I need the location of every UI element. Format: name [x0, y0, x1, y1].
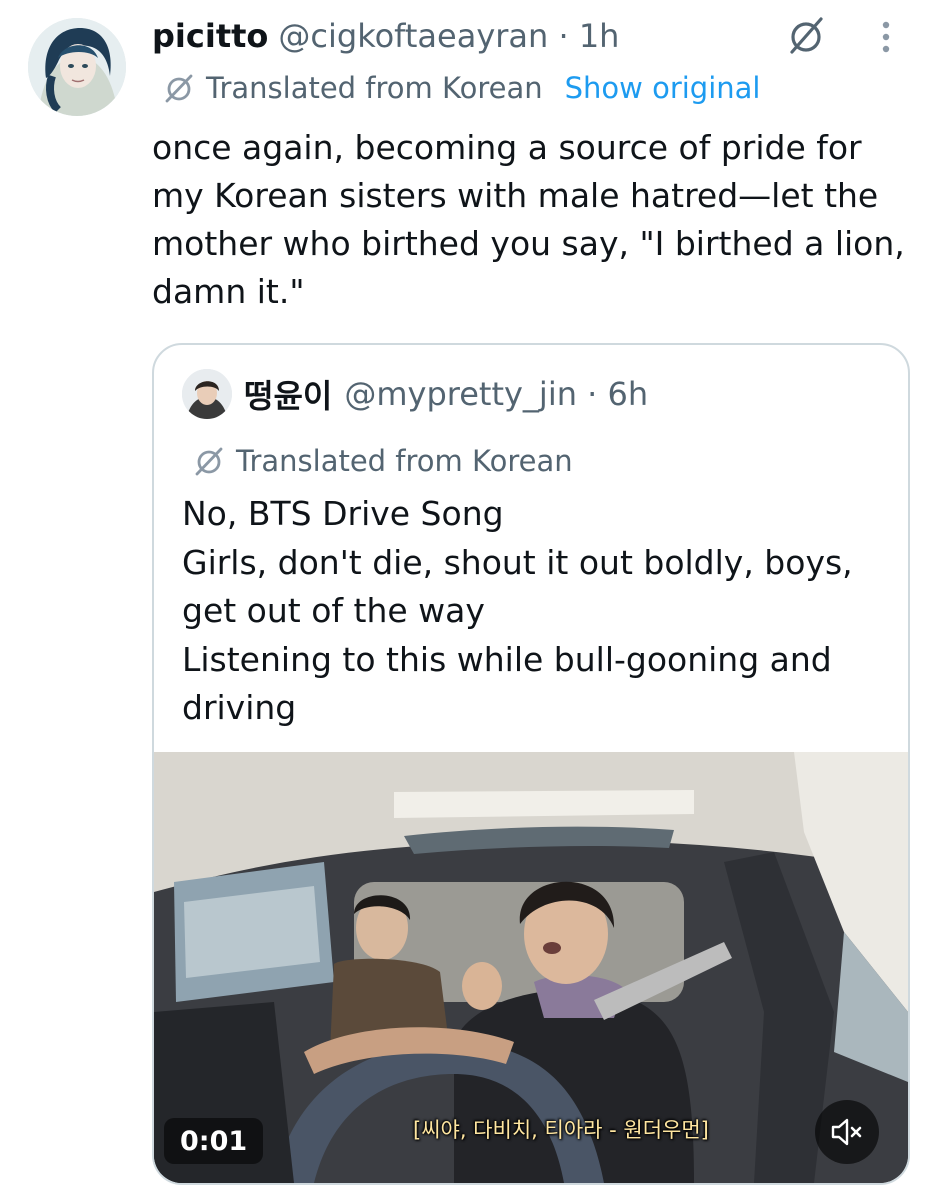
- video-timestamp: 0:01: [164, 1118, 264, 1164]
- quoted-post-body-text: No, BTS Drive Song Girls, don't die, sho…: [182, 490, 892, 733]
- quoted-post-card[interactable]: 떵윤이 @mypretty_jin · 6h Translated from K…: [152, 343, 910, 1185]
- quoted-author-display-name[interactable]: 떵윤이: [244, 371, 332, 417]
- quoted-text-line: Listening to this while bull-gooning and: [182, 639, 832, 679]
- quoted-text-line: Girls, don't die, shout it out boldly, b…: [182, 542, 853, 582]
- video-subtitle: [씨야, 다비치, 티아라 - 원더우먼]: [413, 1118, 709, 1142]
- quoted-author-handle-and-time[interactable]: @mypretty_jin · 6h: [344, 375, 648, 413]
- translation-notice: Translated from Korean Show original: [162, 66, 760, 110]
- post-header: picitto @cigkoftaeayran · 1h: [152, 12, 619, 60]
- mute-button[interactable]: [815, 1100, 879, 1164]
- author-avatar[interactable]: [28, 18, 126, 116]
- author-display-name[interactable]: picitto: [152, 17, 268, 55]
- quoted-translation-notice: Translated from Korean: [192, 439, 573, 483]
- quoted-post-header: 떵윤이 @mypretty_jin · 6h: [244, 369, 648, 419]
- post-body-text: once again, becoming a source of pride f…: [152, 124, 912, 316]
- more-vertical-icon[interactable]: [866, 14, 906, 60]
- show-original-link[interactable]: Show original: [565, 71, 761, 105]
- quoted-text-line: No, BTS Drive Song: [182, 494, 504, 533]
- post-text-line: once again, becoming a source of pride f…: [152, 128, 862, 167]
- post-text-line: mother who birthed you say, "I birthed a…: [152, 224, 905, 263]
- author-handle-and-time[interactable]: @cigkoftaeayran · 1h: [278, 17, 619, 55]
- translated-from-label: Translated from Korean: [206, 71, 543, 105]
- video-player[interactable]: 0:01 [씨야, 다비치, 티아라 - 원더우먼]: [154, 752, 908, 1183]
- translate-icon: [165, 74, 193, 103]
- grok-icon[interactable]: [782, 12, 830, 60]
- quoted-text-line: get out of the way: [182, 591, 485, 630]
- quoted-author-avatar[interactable]: [182, 369, 232, 419]
- quoted-translated-from-label: Translated from Korean: [236, 444, 573, 478]
- quoted-text-line: driving: [182, 688, 297, 727]
- post-text-line: my Korean sisters with male hatred—let t…: [152, 176, 879, 215]
- post-text-line: damn it.": [152, 272, 305, 311]
- volume-muted-icon: [831, 1118, 862, 1146]
- translate-icon: [195, 447, 223, 476]
